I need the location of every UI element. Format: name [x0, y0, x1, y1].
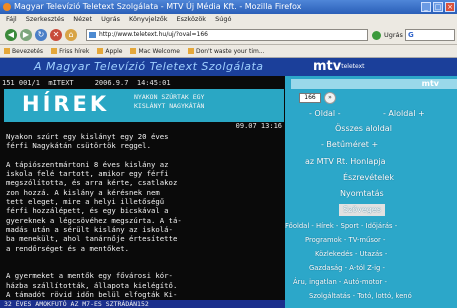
nav-subpage-stepper[interactable]: - Aloldal +	[383, 108, 425, 120]
page-go-button[interactable]: »	[324, 92, 336, 104]
teletext-navigation: mtv 166 » - Oldal - - Aloldal + Összes a…	[285, 76, 457, 308]
go-arrow-icon	[372, 31, 381, 40]
menu-tools[interactable]: Eszközök	[177, 14, 207, 25]
menu-bar: Fájl Szerkesztés Nézet Ugrás Könyvjelzők…	[0, 14, 457, 25]
page-icon	[89, 32, 96, 38]
menu-file[interactable]: Fájl	[6, 14, 17, 25]
address-bar[interactable]: http://www.teletext.hu/uj/?oval=166	[86, 29, 368, 41]
category-links[interactable]: Áru, ingatlan - Autó-motor -	[293, 277, 387, 288]
close-button[interactable]: ×	[445, 2, 455, 12]
category-links[interactable]: Szolgáltatás - Totó, lottó, kenó	[309, 291, 412, 302]
bookmark-icon	[4, 48, 10, 54]
page-number-input[interactable]: 166	[299, 93, 321, 103]
category-links[interactable]: Gazdaság - A-tól Z-ig -	[309, 263, 385, 274]
address-url: http://www.teletext.hu/uj/?oval=166	[99, 31, 208, 38]
bookmark-icon	[187, 48, 194, 54]
teletext-header: 151 001/1 mITEXT 2006.9.7 14:45:01	[2, 79, 171, 87]
bookmark-icon	[130, 48, 137, 54]
go-button[interactable]: Ugrás	[372, 29, 403, 41]
firefox-icon	[3, 3, 11, 11]
article-date: 09.07 13:16	[235, 122, 282, 130]
browser-window: Magyar Televízió Teletext Szolgálata - M…	[0, 0, 457, 308]
rss-icon	[51, 48, 58, 54]
category-links[interactable]: Programok - TV-műsor -	[305, 235, 385, 246]
back-icon[interactable]: ◀	[5, 29, 17, 41]
bookmarks-toolbar: Bevezetés Friss hírek Apple Mac Welcome …	[0, 45, 457, 58]
mtv-tv-label: mtv	[421, 79, 439, 88]
banner-title: A Magyar Televízió Teletext Szolgálata	[34, 60, 264, 73]
logo-subtitle: teletext	[341, 63, 365, 70]
window-controls: _ □ ×	[421, 2, 455, 12]
section-title: HÍREK	[22, 92, 110, 116]
stop-icon[interactable]: ✕	[50, 29, 62, 41]
category-links[interactable]: Közlekedés - Utazás -	[315, 249, 387, 260]
nav-print[interactable]: Nyomtatás	[340, 188, 384, 200]
go-label: Ugrás	[384, 31, 403, 39]
title-bar: Magyar Televízió Teletext Szolgálata - M…	[0, 0, 457, 14]
bookmark-item[interactable]: Apple	[97, 45, 122, 57]
google-icon: G	[408, 31, 414, 39]
menu-edit[interactable]: Szerkesztés	[26, 14, 64, 25]
nav-mtv-homepage[interactable]: az MTV Rt. Honlapja	[305, 156, 386, 168]
minimize-button[interactable]: _	[421, 2, 431, 12]
nav-feedback[interactable]: Észrevételek	[343, 172, 394, 184]
category-links[interactable]: Főoldal - Hírek - Sport - Időjárás -	[285, 221, 397, 232]
mtv-logo[interactable]: mtvteletext	[313, 59, 364, 75]
home-icon[interactable]: ⌂	[65, 29, 77, 41]
window-title: Magyar Televízió Teletext Szolgálata - M…	[14, 2, 302, 11]
bookmark-item[interactable]: Mac Welcome	[130, 45, 180, 57]
bookmark-item[interactable]: Don't waste your tim...	[187, 45, 265, 57]
forward-icon[interactable]: ▶	[20, 29, 32, 41]
section-banner: HÍREK NYAKON SZÚRTAK EGY KISLÁNYT NAGYKÁ…	[4, 89, 284, 122]
menu-bookmarks[interactable]: Könyvjelzők	[129, 14, 168, 25]
menu-go[interactable]: Ugrás	[101, 14, 120, 25]
bookmark-item[interactable]: Friss hírek	[51, 45, 89, 57]
navigation-toolbar: ◀ ▶ ↻ ✕ ⌂ http://www.teletext.hu/uj/?ova…	[0, 25, 457, 45]
article-body: Nyakon szúrt egy kislányt egy 20 éves fé…	[6, 132, 182, 308]
reload-icon[interactable]: ↻	[35, 29, 47, 41]
maximize-button[interactable]: □	[433, 2, 443, 12]
teletext-panel: 151 001/1 mITEXT 2006.9.7 14:45:01 HÍREK…	[0, 76, 285, 308]
menu-view[interactable]: Nézet	[73, 14, 92, 25]
bookmark-icon	[97, 48, 104, 54]
nav-text-mode[interactable]: Szöveges	[339, 204, 385, 216]
search-input[interactable]: G	[405, 29, 455, 41]
nav-all-subpages[interactable]: Összes aloldal	[335, 123, 392, 135]
mtv-strip: mtv	[291, 79, 457, 89]
teletext-footer-link[interactable]: 32 ÉVES AMOKFUTÓ AZ M7-ES SZTRÁDÁN152	[0, 300, 285, 308]
menu-help[interactable]: Súgó	[215, 14, 231, 25]
site-banner: A Magyar Televízió Teletext Szolgálata	[0, 58, 457, 76]
article-headline: NYAKON SZÚRTAK EGY KISLÁNYT NAGYKÁTÁN	[134, 93, 205, 110]
nav-page-stepper[interactable]: - Oldal -	[309, 108, 341, 120]
nav-font-size[interactable]: - Betűméret +	[321, 139, 378, 151]
page-content: A Magyar Televízió Teletext Szolgálata m…	[0, 58, 457, 308]
bookmark-item[interactable]: Bevezetés	[4, 45, 43, 57]
